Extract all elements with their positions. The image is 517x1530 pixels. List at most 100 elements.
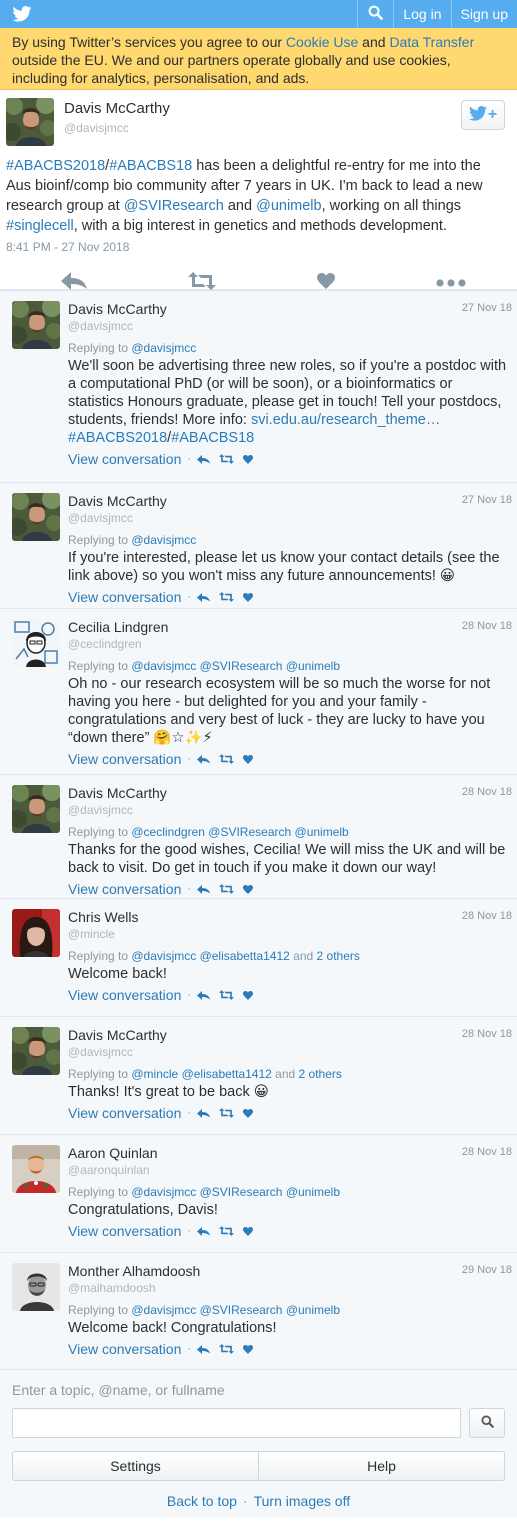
replying-handle-link[interactable]: @unimelb (286, 659, 340, 673)
avatar[interactable] (12, 909, 60, 957)
signup-link[interactable]: Sign up (450, 0, 517, 28)
replying-handle-link[interactable]: @davisjmcc (131, 949, 196, 963)
view-conversation-link[interactable]: View conversation (68, 1105, 181, 1121)
view-conversation-link[interactable]: View conversation (68, 751, 181, 767)
tweet-timestamp[interactable]: 8:41 PM - 27 Nov 2018 (6, 240, 511, 254)
tweet-text-link[interactable]: svi.edu.au/research_theme… (251, 412, 440, 428)
heart-icon[interactable] (243, 592, 254, 602)
replying-handle-link[interactable]: @davisjmcc (131, 1303, 196, 1317)
view-conversation-link[interactable]: View conversation (68, 451, 181, 467)
reply-date[interactable]: 27 Nov 18 (462, 494, 512, 506)
tweet-text-link[interactable]: #ABACBS18 (171, 430, 254, 446)
reply-icon[interactable] (197, 1344, 211, 1354)
retweet-icon[interactable] (219, 754, 235, 764)
replying-handle-link[interactable]: @davisjmcc (131, 1185, 196, 1199)
reply-icon[interactable] (197, 884, 211, 894)
replying-handle-link[interactable]: @elisabetta1412 (200, 949, 290, 963)
reply-author-handle[interactable]: @aaronquinlan (68, 1163, 511, 1177)
replying-handle-link[interactable]: @davisjmcc (131, 533, 196, 547)
retweet-icon[interactable] (219, 1344, 235, 1354)
reply-tweet[interactable]: Davis McCarthy @davisjmcc Replying to @dav… (0, 290, 517, 482)
login-link[interactable]: Log in (393, 0, 450, 28)
reply-tweet[interactable]: Chris Wells @mincle Replying to @davisjmcc… (0, 898, 517, 1016)
reply-tweet[interactable]: Davis McCarthy @davisjmcc Replying to @dav… (0, 482, 517, 608)
reply-date[interactable]: 28 Nov 18 (462, 1146, 512, 1158)
reply-author-handle[interactable]: @davisjmcc (68, 511, 511, 525)
heart-icon[interactable] (317, 272, 335, 292)
replying-handle-link[interactable]: @ceclindgren (131, 825, 205, 839)
reply-icon[interactable] (197, 990, 211, 1000)
reply-author-handle[interactable]: @malhamdoosh (68, 1281, 511, 1295)
reply-icon[interactable] (197, 1226, 211, 1236)
replying-handle-link[interactable]: @davisjmcc (131, 341, 196, 355)
tweet-text-link[interactable]: @unimelb (256, 198, 322, 214)
replying-handle-link[interactable]: @SVIResearch (208, 825, 291, 839)
help-button[interactable]: Help (258, 1452, 504, 1480)
view-conversation-link[interactable]: View conversation (68, 589, 181, 605)
reply-date[interactable]: 28 Nov 18 (462, 786, 512, 798)
reply-author-name[interactable]: Cecilia Lindgren (68, 619, 511, 635)
replying-handle-link[interactable]: @SVIResearch (200, 1303, 283, 1317)
replying-handle-link[interactable]: @elisabetta1412 (182, 1067, 272, 1081)
reply-icon[interactable] (197, 1108, 211, 1118)
replying-others-link[interactable]: 2 others (317, 949, 360, 963)
avatar[interactable] (12, 785, 60, 833)
retweet-icon[interactable] (219, 454, 235, 464)
avatar[interactable] (12, 301, 60, 349)
avatar[interactable] (12, 1145, 60, 1193)
reply-date[interactable]: 28 Nov 18 (462, 620, 512, 632)
heart-icon[interactable] (243, 884, 254, 894)
reply-date[interactable]: 28 Nov 18 (462, 910, 512, 922)
data-transfer-link[interactable]: Data Transfer (389, 34, 474, 50)
replying-handle-link[interactable]: @davisjmcc (131, 659, 196, 673)
reply-author-name[interactable]: Davis McCarthy (68, 785, 511, 801)
reply-icon[interactable] (197, 754, 211, 764)
retweet-icon[interactable] (219, 592, 235, 602)
turn-images-off-link[interactable]: Turn images off (254, 1493, 351, 1509)
reply-author-handle[interactable]: @davisjmcc (68, 1045, 511, 1059)
tweet-text-link[interactable]: #ABACBS2018 (6, 158, 105, 174)
tweet-text-link[interactable]: @SVIResearch (124, 198, 224, 214)
reply-author-name[interactable]: Davis McCarthy (68, 1027, 511, 1043)
reply-author-name[interactable]: Monther Alhamdoosh (68, 1263, 511, 1279)
view-conversation-link[interactable]: View conversation (68, 987, 181, 1003)
tweet-text-link[interactable]: #ABACBS18 (109, 158, 192, 174)
reply-date[interactable]: 29 Nov 18 (462, 1264, 512, 1276)
reply-author-name[interactable]: Davis McCarthy (68, 493, 511, 509)
tweet-author-handle[interactable]: @davisjmcc (64, 121, 170, 135)
more-icon[interactable] (436, 274, 466, 290)
reply-icon[interactable] (197, 454, 211, 464)
avatar[interactable] (12, 1263, 60, 1311)
heart-icon[interactable] (243, 1226, 254, 1236)
avatar[interactable] (12, 619, 60, 667)
reply-author-name[interactable]: Chris Wells (68, 909, 511, 925)
back-to-top-link[interactable]: Back to top (167, 1493, 237, 1509)
tweet-text-link[interactable]: #ABACBS2018 (68, 430, 167, 446)
reply-tweet[interactable]: Cecilia Lindgren @ceclindgren Replying to … (0, 608, 517, 774)
twitter-bird-icon[interactable] (8, 0, 36, 28)
reply-author-handle[interactable]: @mincle (68, 927, 511, 941)
heart-icon[interactable] (243, 990, 254, 1000)
view-conversation-link[interactable]: View conversation (68, 881, 181, 897)
avatar[interactable] (6, 98, 54, 146)
retweet-icon[interactable] (219, 1226, 235, 1236)
reply-author-handle[interactable]: @ceclindgren (68, 637, 511, 651)
retweet-icon[interactable] (219, 884, 235, 894)
reply-author-handle[interactable]: @davisjmcc (68, 803, 511, 817)
reply-date[interactable]: 28 Nov 18 (462, 1028, 512, 1040)
replying-handle-link[interactable]: @unimelb (286, 1303, 340, 1317)
settings-button[interactable]: Settings (13, 1452, 258, 1480)
view-conversation-link[interactable]: View conversation (68, 1341, 181, 1357)
reply-date[interactable]: 27 Nov 18 (462, 302, 512, 314)
heart-icon[interactable] (243, 454, 254, 464)
reply-tweet[interactable]: Aaron Quinlan @aaronquinlan Replying to @d… (0, 1134, 517, 1252)
heart-icon[interactable] (243, 1344, 254, 1354)
reply-icon[interactable] (197, 592, 211, 602)
heart-icon[interactable] (243, 754, 254, 764)
search-submit-button[interactable] (469, 1408, 505, 1438)
search-button[interactable] (357, 0, 393, 28)
reply-tweet[interactable]: Monther Alhamdoosh @malhamdoosh Replying t… (0, 1252, 517, 1369)
reply-tweet[interactable]: Davis McCarthy @davisjmcc Replying to @cec… (0, 774, 517, 898)
search-input[interactable] (12, 1408, 461, 1438)
reply-author-handle[interactable]: @davisjmcc (68, 319, 511, 333)
